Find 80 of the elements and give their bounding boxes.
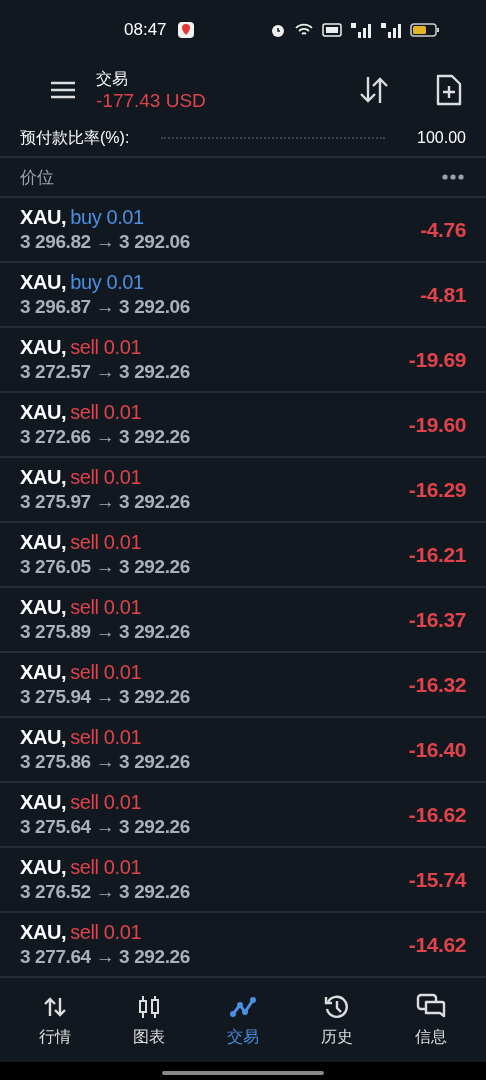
price-range: 3 275.64 → 3 292.26 [20,815,191,838]
profit-value: -16.40 [408,737,466,762]
profit-value: -16.62 [408,802,466,827]
symbol-label: XAU, [20,921,67,943]
history-tab[interactable]: 历史 [290,986,384,1054]
symbol-label: XAU, [20,336,67,358]
profit-value: -16.32 [408,672,466,697]
price-range: 3 275.89 → 3 292.26 [20,620,191,643]
order-label: sell 0.01 [70,726,142,748]
trade-tab[interactable]: 交易 [196,986,290,1054]
more-icon [442,174,464,180]
symbol-label: XAU, [20,726,67,748]
price-range: 3 276.52 → 3 292.26 [20,880,191,903]
map-pin-icon [176,21,195,39]
price-range: 3 277.64 → 3 292.26 [20,945,191,968]
profit-value: -19.69 [408,347,466,372]
section-title: 价位 [20,166,54,189]
profit-value: -16.21 [408,542,466,567]
price-range: 3 276.05 → 3 292.26 [20,555,191,578]
position-row[interactable]: XAU, sell 0.01 3 276.05 → 3 292.26 -16.21 [0,523,486,588]
signal-icon [380,22,402,38]
symbol-label: XAU, [20,596,67,618]
symbol-label: XAU, [20,206,67,228]
order-label: buy 0.01 [70,206,144,228]
order-label: sell 0.01 [70,661,142,683]
symbol-label: XAU, [20,271,67,293]
symbol-label: XAU, [20,791,67,813]
position-row[interactable]: XAU, sell 0.01 3 275.94 → 3 292.26 -16.32 [0,653,486,718]
chart-tab[interactable]: 图表 [102,986,196,1054]
profit-value: -15.74 [408,867,466,892]
battery-icon [410,22,440,38]
order-label: sell 0.01 [70,791,142,813]
profit-value: -14.62 [408,932,466,957]
price-range: 3 296.87 → 3 292.06 [20,295,191,318]
profit-value: -19.60 [408,412,466,437]
price-range: 3 275.94 → 3 292.26 [20,685,191,708]
position-row[interactable]: XAU, sell 0.01 3 272.57 → 3 292.26 -19.69 [0,328,486,393]
symbol-label: XAU, [20,661,67,683]
signal-icon [350,22,372,38]
position-row[interactable]: XAU, buy 0.01 3 296.87 → 3 292.06 -4.81 [0,263,486,328]
symbol-label: XAU, [20,401,67,423]
position-row[interactable]: XAU, sell 0.01 3 276.52 → 3 292.26 -15.74 [0,848,486,913]
order-label: sell 0.01 [70,921,142,943]
price-range: 3 275.86 → 3 292.26 [20,750,191,773]
margin-level-value: 100.00 [417,129,466,147]
order-label: sell 0.01 [70,466,142,488]
position-row[interactable]: XAU, sell 0.01 3 275.86 → 3 292.26 -16.40 [0,718,486,783]
price-range: 3 275.97 → 3 292.26 [20,490,191,513]
messages-tab[interactable]: 信息 [384,986,478,1054]
symbol-label: XAU, [20,531,67,553]
price-range: 3 272.57 → 3 292.26 [20,360,191,383]
menu-icon [50,80,76,100]
balance-value: -177.43 USD [96,89,207,112]
profit-value: -16.37 [408,607,466,632]
status-time: 08:47 [124,20,167,40]
position-row[interactable]: XAU, sell 0.01 3 275.97 → 3 292.26 -16.29 [0,458,486,523]
wifi-icon [294,22,314,38]
position-row[interactable]: XAU, sell 0.01 3 275.89 → 3 292.26 -16.37 [0,588,486,653]
price-range: 3 296.82 → 3 292.06 [20,230,191,253]
order-label: sell 0.01 [70,856,142,878]
order-label: sell 0.01 [70,596,142,618]
quotes-tab[interactable]: 行情 [8,986,102,1054]
order-label: sell 0.01 [70,531,142,553]
screen-title: 交易 [96,68,129,89]
order-label: sell 0.01 [70,401,142,423]
position-row[interactable]: XAU, buy 0.01 3 296.82 → 3 292.06 -4.76 [0,198,486,263]
position-row[interactable]: XAU, sell 0.01 3 272.66 → 3 292.26 -19.60 [0,393,486,458]
profit-value: -16.29 [408,477,466,502]
position-row[interactable]: XAU, sell 0.01 3 275.64 → 3 292.26 -16.62 [0,783,486,848]
symbol-label: XAU, [20,856,67,878]
order-label: sell 0.01 [70,336,142,358]
sort-icon [358,75,390,105]
symbol-label: XAU, [20,466,67,488]
order-label: buy 0.01 [70,271,144,293]
price-range: 3 272.66 → 3 292.26 [20,425,191,448]
document-plus-icon [436,74,462,106]
alarm-icon [270,22,286,38]
profit-value: -4.76 [420,217,466,242]
margin-level-label: 预付款比率(%): [20,127,130,148]
profit-value: -4.81 [420,282,466,307]
